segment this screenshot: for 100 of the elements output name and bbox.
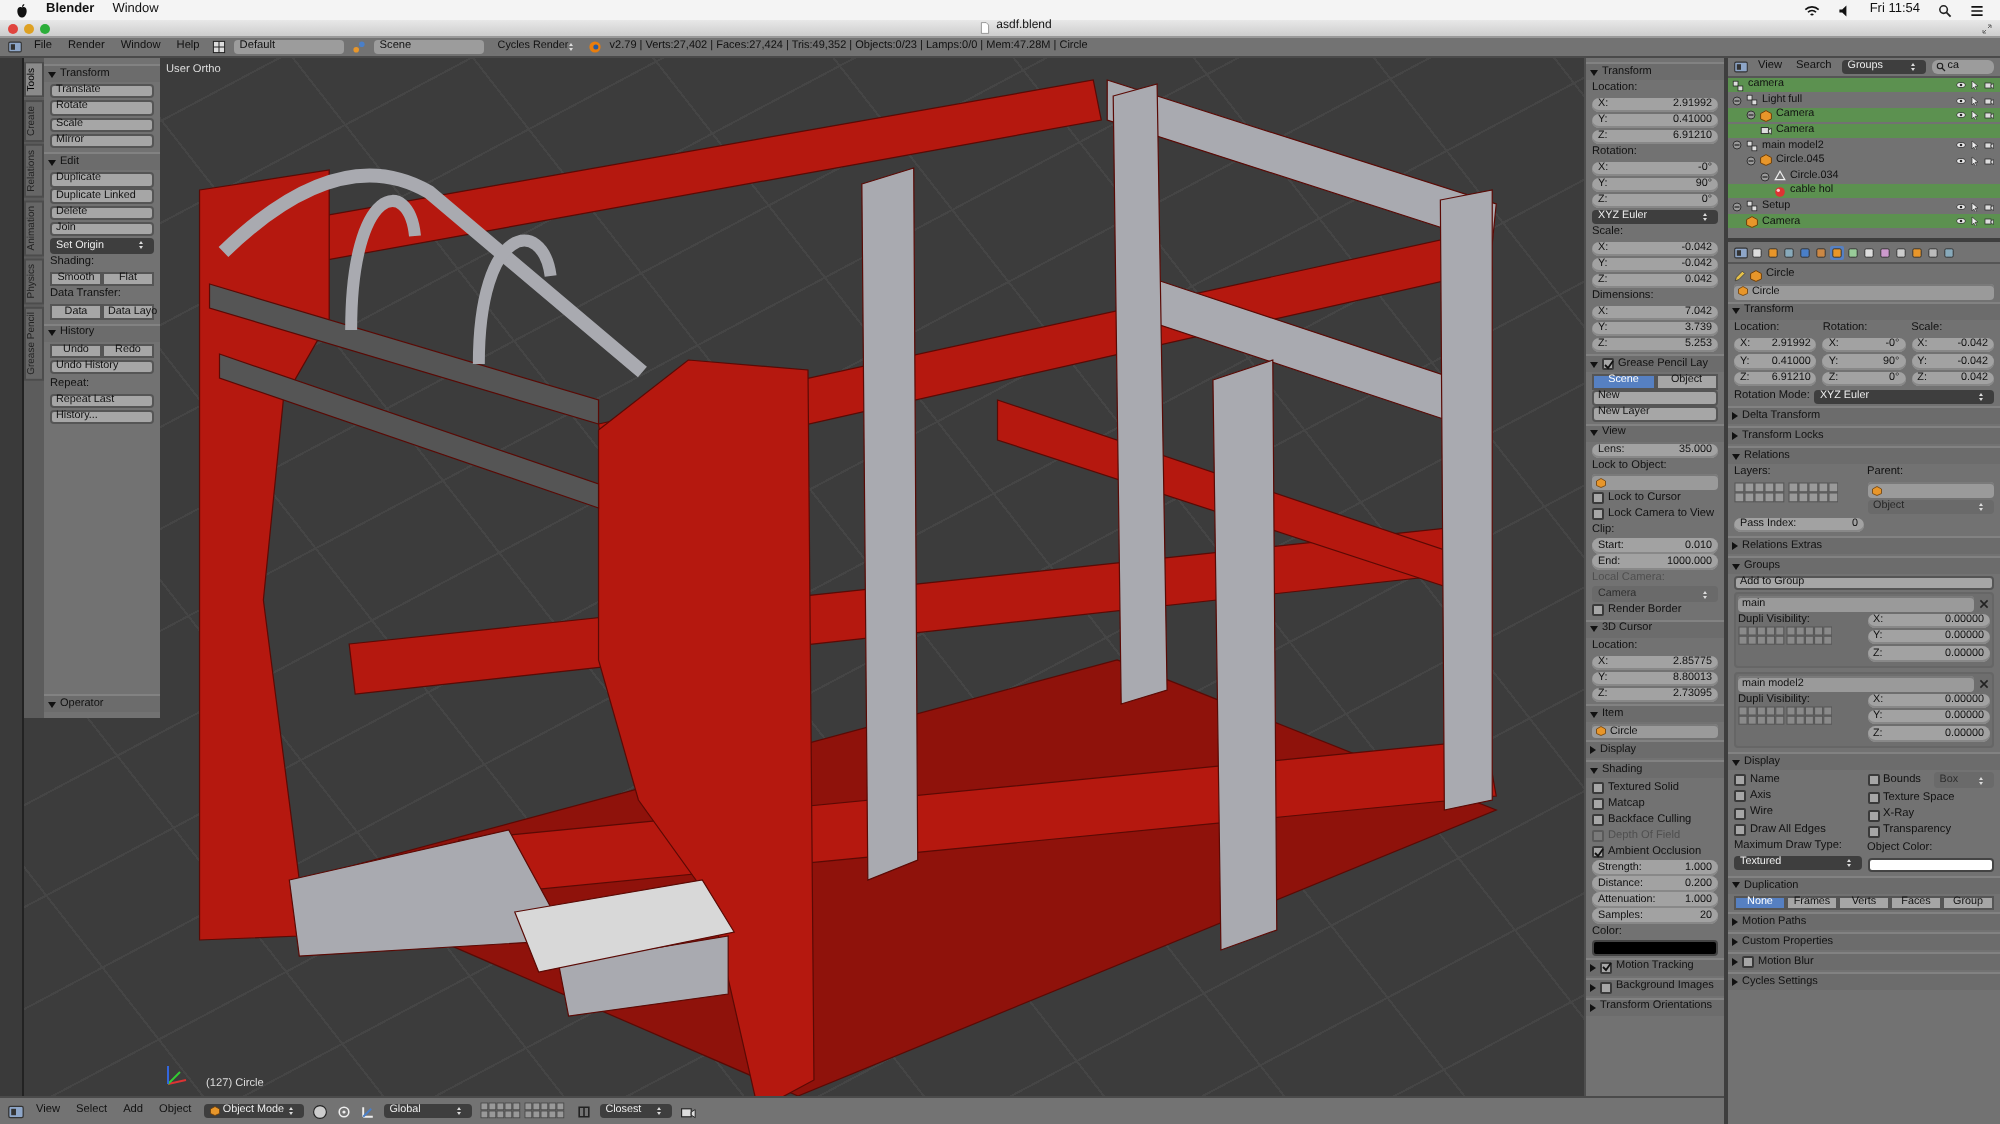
tab-icon[interactable]: [1910, 246, 1924, 260]
close-button[interactable]: [8, 23, 18, 33]
checkbox[interactable]: [1867, 825, 1879, 838]
cube-icon: [1760, 154, 1772, 167]
checkbox[interactable]: [1742, 956, 1754, 969]
triangle-down-icon[interactable]: [48, 71, 56, 77]
camera-icon[interactable]: [1984, 140, 1994, 151]
object-field[interactable]: [1592, 474, 1718, 490]
collapse-toggle-icon[interactable]: [1732, 140, 1742, 151]
triangle-down-icon[interactable]: [48, 330, 56, 337]
collapse-toggle-icon[interactable]: [1760, 171, 1770, 182]
triangle-down-icon[interactable]: [1732, 563, 1740, 570]
eye-icon[interactable]: [1956, 110, 1966, 121]
checkbox[interactable]: [1592, 798, 1604, 811]
checkbox[interactable]: [1592, 814, 1604, 827]
tab-icon[interactable]: [1750, 246, 1764, 260]
triangle-right-icon[interactable]: [1732, 938, 1738, 947]
layer-grid[interactable]: [479, 1102, 568, 1120]
search-icon[interactable]: [1938, 3, 1952, 17]
wifi-icon[interactable]: [1803, 3, 1820, 17]
updown-arrows-icon: [1978, 775, 1988, 786]
checkbox[interactable]: [1734, 790, 1746, 803]
checkbox[interactable]: [1602, 358, 1614, 371]
tab-icon[interactable]: [1766, 246, 1780, 260]
snap-element-icon[interactable]: [575, 1103, 592, 1119]
checkbox[interactable]: [1867, 809, 1879, 822]
updown-arrows-icon: [1702, 212, 1712, 223]
triangle-right-icon[interactable]: [1732, 432, 1738, 441]
collapse-toggle-icon[interactable]: [1732, 201, 1742, 212]
editor-type-icon[interactable]: [1734, 246, 1748, 260]
logo-icon[interactable]: [16, 3, 28, 17]
checkbox[interactable]: [1734, 823, 1746, 836]
camera-icon[interactable]: [1984, 155, 1994, 166]
triangle-down-icon[interactable]: [48, 159, 56, 166]
camera-icon[interactable]: [1984, 110, 1994, 121]
tab-icon[interactable]: [1862, 246, 1876, 260]
triangle-right-icon[interactable]: [1732, 978, 1738, 987]
triangle-down-icon[interactable]: [1732, 308, 1740, 315]
triangle-right-icon[interactable]: [1732, 918, 1738, 927]
color-swatch[interactable]: [1592, 940, 1718, 956]
checkbox[interactable]: [1592, 782, 1604, 795]
triangle-down-icon[interactable]: [1590, 767, 1598, 774]
collapse-toggle-icon[interactable]: [1746, 155, 1756, 166]
checkbox[interactable]: [1600, 981, 1612, 994]
updown-arrows-icon: [1909, 61, 1920, 72]
camera-icon[interactable]: [1984, 80, 1994, 90]
tab-icon[interactable]: [1814, 246, 1828, 260]
checkbox[interactable]: [1592, 846, 1604, 859]
triangle-down-icon[interactable]: [1590, 626, 1598, 633]
close-icon[interactable]: [1978, 598, 1990, 611]
triangle-right-icon[interactable]: [1732, 542, 1738, 551]
checkbox[interactable]: [1600, 961, 1612, 974]
triangle-right-icon[interactable]: [1590, 746, 1596, 755]
tab-icon[interactable]: [1846, 246, 1860, 260]
tab-icon[interactable]: [1942, 246, 1956, 260]
triangle-down-icon[interactable]: [48, 701, 56, 707]
editor-type-icon[interactable]: [8, 40, 22, 54]
fullscreen-icon[interactable]: [1982, 23, 1993, 33]
collapse-toggle-icon[interactable]: [1732, 95, 1742, 106]
triangle-down-icon[interactable]: [1732, 759, 1740, 766]
camera-icon[interactable]: [679, 1103, 696, 1119]
camera-icon[interactable]: [1984, 216, 1994, 227]
checkbox[interactable]: [1592, 508, 1604, 521]
triangle-down-icon[interactable]: [1590, 430, 1598, 436]
sphere-icon[interactable]: [311, 1103, 328, 1119]
close-icon[interactable]: [1978, 678, 1990, 691]
tab-icon[interactable]: [1782, 246, 1796, 260]
checkbox[interactable]: [1867, 774, 1879, 787]
triangle-down-icon[interactable]: [1732, 882, 1740, 889]
tab-icon[interactable]: [1878, 246, 1892, 260]
checkbox[interactable]: [1592, 492, 1604, 505]
manipulator-icon[interactable]: [359, 1103, 376, 1119]
eye-icon[interactable]: [1956, 80, 1966, 90]
eye-icon[interactable]: [1956, 201, 1966, 212]
tab-icon[interactable]: [1926, 246, 1940, 260]
collapse-toggle-icon[interactable]: [1746, 110, 1756, 121]
triangle-down-icon[interactable]: [1590, 711, 1598, 718]
tab-icon[interactable]: [1894, 246, 1908, 260]
eye-icon[interactable]: [1956, 140, 1966, 151]
triangle-right-icon[interactable]: [1590, 1003, 1596, 1012]
eye-icon[interactable]: [1956, 95, 1966, 106]
checkbox[interactable]: [1867, 792, 1879, 805]
layout-grid-icon[interactable]: [211, 40, 226, 54]
triangle-down-icon[interactable]: [1590, 69, 1598, 75]
editor-type-icon[interactable]: [1734, 60, 1748, 74]
camera-icon[interactable]: [1984, 95, 1994, 106]
checkbox[interactable]: [1592, 604, 1604, 617]
pivot-icon[interactable]: [335, 1103, 352, 1119]
checkbox[interactable]: [1734, 774, 1746, 787]
triangle-right-icon[interactable]: [1732, 412, 1738, 421]
camera-icon[interactable]: [1984, 201, 1994, 212]
eye-icon[interactable]: [1956, 216, 1966, 227]
checkbox[interactable]: [1734, 807, 1746, 820]
color-swatch[interactable]: [1867, 857, 1994, 873]
editor-type-icon[interactable]: [8, 1103, 24, 1119]
object-field[interactable]: [1867, 482, 1994, 498]
triangle-down-icon[interactable]: [1732, 453, 1740, 460]
list-icon[interactable]: [1970, 3, 1984, 17]
eye-icon[interactable]: [1956, 155, 1966, 166]
tab-icon[interactable]: [1830, 246, 1844, 260]
